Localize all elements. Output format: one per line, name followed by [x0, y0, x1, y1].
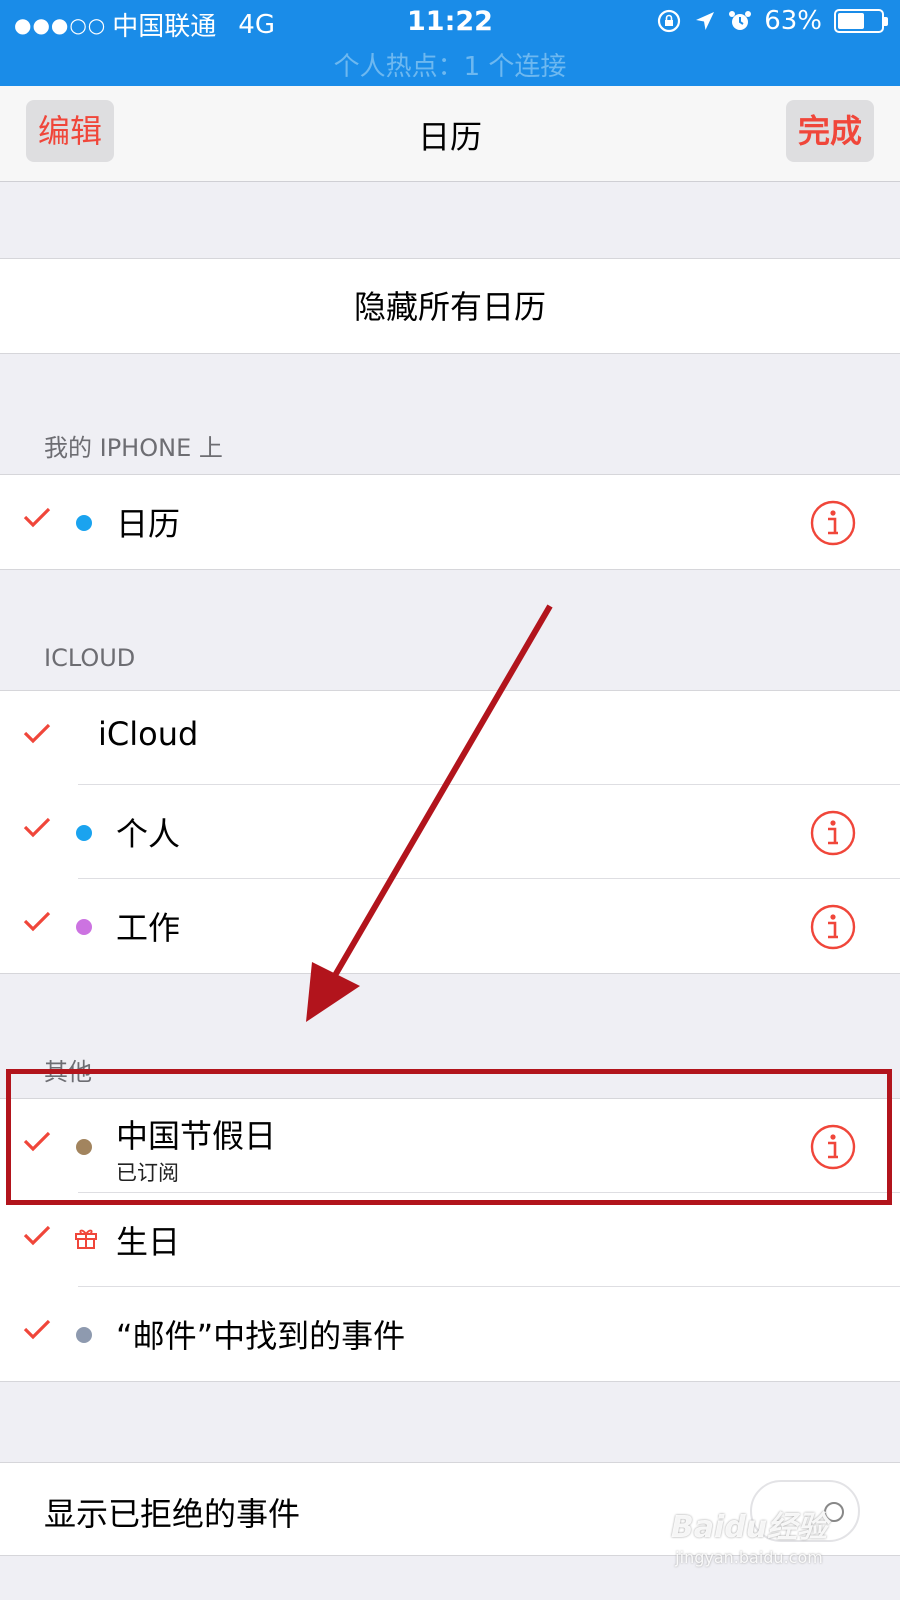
- calendar-label: 个人: [116, 815, 181, 853]
- section-header-icloud: ICLOUD: [44, 644, 136, 672]
- calendar-color-dot: [76, 1327, 92, 1343]
- battery-icon: [834, 9, 888, 33]
- calendar-label: 生日: [116, 1223, 181, 1261]
- checkmark-icon: [23, 1319, 51, 1340]
- calendar-label: iCloud: [98, 715, 199, 753]
- watermark-sub: jingyan.baidu.com: [675, 1548, 823, 1567]
- hotspot-banner[interactable]: 个人热点：1 个连接: [0, 46, 900, 83]
- checkmark-icon: [23, 507, 51, 528]
- info-icon[interactable]: [810, 500, 856, 546]
- location-icon: [696, 12, 715, 30]
- calendar-row-mail-events[interactable]: “邮件”中找到的事件: [0, 1287, 900, 1381]
- annotation-highlight-box: [6, 1069, 892, 1205]
- hide-all-calendars-button[interactable]: 隐藏所有日历: [0, 258, 900, 354]
- watermark-main: Baidu经验: [670, 1510, 828, 1545]
- calendar-color-dot: [76, 919, 92, 935]
- calendar-label: “邮件”中找到的事件: [116, 1317, 406, 1355]
- navigation-bar: 编辑 日历 完成: [0, 86, 900, 182]
- calendar-row-icloud[interactable]: iCloud: [0, 691, 900, 785]
- watermark-logo: Baidu经验 jingyan.baidu.com: [664, 1502, 834, 1582]
- calendar-label: 日历: [116, 505, 181, 543]
- orientation-lock-icon: [658, 9, 681, 33]
- checkmark-icon: [23, 723, 51, 744]
- calendar-label: 工作: [116, 909, 181, 947]
- checkmark-icon: [23, 817, 51, 838]
- battery-fill: [838, 13, 865, 29]
- gift-icon: [75, 1229, 97, 1249]
- alarm-icon: [729, 11, 752, 30]
- info-icon[interactable]: [810, 810, 856, 856]
- section-header-iphone: 我的 IPHONE 上: [44, 434, 223, 462]
- calendar-color-dot: [76, 515, 92, 531]
- calendar-row-personal[interactable]: 个人: [0, 785, 900, 879]
- status-bar: ●●●○○ 中国联通 4G 11:22 63% 个人热点：1 个连接: [0, 0, 900, 86]
- calendar-color-dot: [76, 825, 92, 841]
- status-right: 63%: [656, 6, 888, 36]
- calendar-row-birthdays[interactable]: 生日: [0, 1193, 900, 1287]
- page-title: 日历: [417, 118, 482, 156]
- show-declined-events-label: 显示已拒绝的事件: [44, 1495, 301, 1533]
- battery-percent: 63%: [764, 6, 822, 36]
- checkmark-icon: [23, 1225, 51, 1246]
- calendar-row-calendar[interactable]: 日历: [0, 475, 900, 569]
- info-icon[interactable]: [810, 904, 856, 950]
- calendar-row-work[interactable]: 工作: [0, 879, 900, 973]
- done-button[interactable]: 完成: [785, 100, 874, 162]
- group-iphone: 日历: [0, 474, 900, 570]
- checkmark-icon: [23, 911, 51, 932]
- group-icloud: iCloud 个人 工作: [0, 690, 900, 974]
